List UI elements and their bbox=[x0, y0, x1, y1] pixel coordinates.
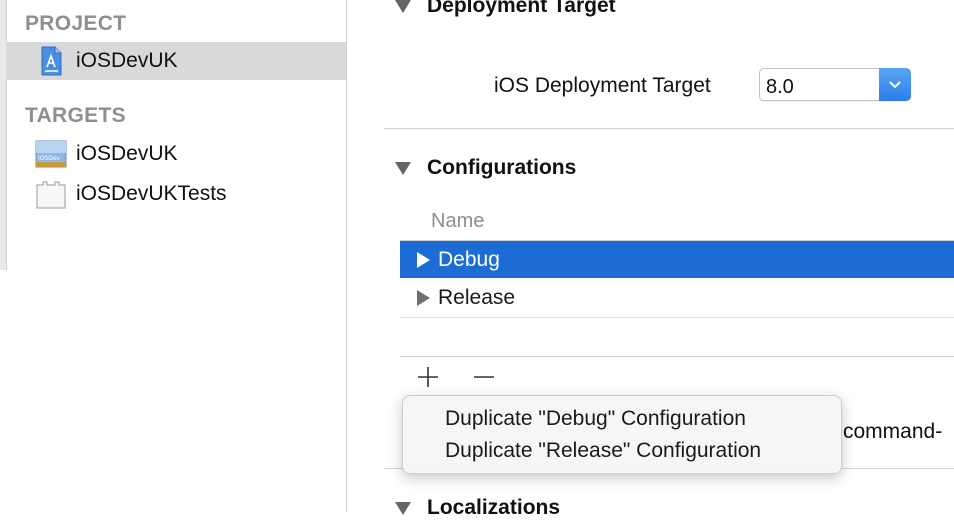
column-header-name[interactable]: Name bbox=[431, 210, 484, 233]
chevron-down-icon[interactable] bbox=[879, 68, 911, 101]
disclosure-triangle-icon[interactable] bbox=[395, 0, 411, 13]
sidebar-item-label: iOSDevUKTests bbox=[76, 182, 227, 205]
targets-section-header: TARGETS bbox=[25, 104, 126, 127]
plus-icon bbox=[418, 367, 438, 387]
ios-deployment-target-label: iOS Deployment Target bbox=[494, 74, 711, 97]
add-configuration-button[interactable] bbox=[413, 362, 443, 392]
add-configuration-menu: Duplicate "Debug" Configuration Duplicat… bbox=[402, 395, 842, 474]
config-row-label: Debug bbox=[438, 247, 500, 271]
partially-hidden-text: command- bbox=[843, 420, 943, 443]
section-title: Localizations bbox=[427, 496, 561, 519]
config-row-debug[interactable]: Debug bbox=[400, 241, 954, 278]
navigator-sidebar: PROJECT iOSDevUK TARGETS iOSDev iOSDevUK bbox=[0, 0, 347, 512]
section-title: Deployment Target bbox=[427, 0, 616, 17]
remove-configuration-button[interactable] bbox=[469, 362, 499, 392]
minus-icon bbox=[474, 376, 494, 378]
row-divider bbox=[400, 317, 954, 318]
section-title: Configurations bbox=[427, 156, 577, 179]
localizations-header[interactable]: Localizations bbox=[395, 496, 560, 520]
deployment-target-select[interactable]: 8.0 bbox=[759, 68, 911, 101]
sidebar-item-target-tests[interactable]: iOSDevUKTests bbox=[6, 175, 346, 213]
deployment-target-header[interactable]: Deployment Target bbox=[395, 0, 616, 18]
menu-item-duplicate-debug[interactable]: Duplicate "Debug" Configuration bbox=[445, 407, 746, 431]
app-target-icon: iOSDev bbox=[35, 138, 67, 170]
disclosure-triangle-icon[interactable] bbox=[395, 161, 411, 175]
sidebar-item-project[interactable]: iOSDevUK bbox=[6, 42, 346, 80]
config-row-release[interactable]: Release bbox=[400, 279, 954, 316]
section-divider bbox=[384, 128, 954, 129]
table-bottom-divider bbox=[400, 356, 954, 357]
sidebar-item-label: iOSDevUK bbox=[76, 49, 178, 72]
sidebar-item-target-app[interactable]: iOSDev iOSDevUK bbox=[6, 135, 346, 173]
sidebar-item-label: iOSDevUK bbox=[76, 142, 178, 165]
menu-item-duplicate-release[interactable]: Duplicate "Release" Configuration bbox=[445, 439, 761, 463]
expand-triangle-icon[interactable] bbox=[417, 289, 430, 306]
svg-text:iOSDev: iOSDev bbox=[38, 155, 61, 162]
expand-triangle-icon[interactable] bbox=[417, 251, 430, 268]
configurations-header[interactable]: Configurations bbox=[395, 156, 576, 180]
select-value: 8.0 bbox=[766, 76, 794, 98]
project-file-icon bbox=[35, 45, 67, 77]
project-section-header: PROJECT bbox=[25, 12, 127, 35]
test-bundle-icon bbox=[35, 178, 67, 210]
disclosure-triangle-icon[interactable] bbox=[395, 501, 411, 515]
config-row-label: Release bbox=[438, 285, 516, 309]
